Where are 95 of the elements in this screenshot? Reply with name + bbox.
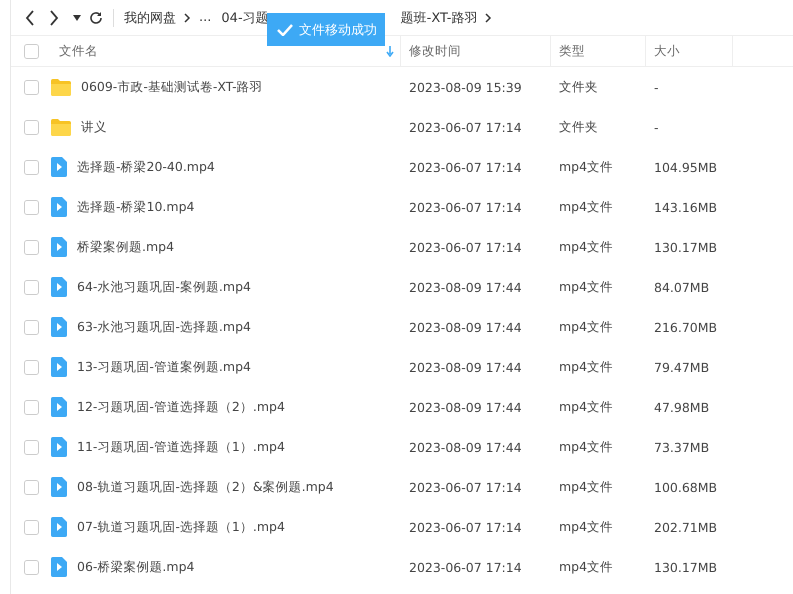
video-file-icon — [51, 477, 67, 497]
column-header[interactable]: 大小 — [646, 36, 733, 66]
file-size: 202.71MB — [653, 520, 718, 534]
modified-date: 2023-08-09 15:39 — [408, 80, 523, 94]
file-type: mp4文件 — [558, 238, 614, 256]
file-size: 216.70MB — [653, 320, 718, 334]
file-name[interactable]: 0609-市政-基础测试卷-XT-路羽 — [81, 78, 263, 96]
file-type: 文件夹 — [558, 118, 599, 136]
file-name[interactable]: 63-水池习题巩固-选择题.mp4 — [77, 318, 251, 336]
file-name[interactable]: 桥梁案例题.mp4 — [77, 238, 174, 256]
video-file-icon — [51, 357, 67, 377]
row-checkbox[interactable] — [24, 520, 39, 534]
row-checkbox[interactable] — [24, 440, 39, 454]
modified-date: 2023-06-07 17:14 — [408, 240, 523, 254]
file-type: mp4文件 — [558, 438, 614, 456]
file-type: 文件夹 — [558, 78, 599, 96]
file-size: - — [653, 120, 660, 134]
file-size: 130.17MB — [653, 560, 718, 574]
file-name[interactable]: 64-水池习题巩固-案例题.mp4 — [77, 278, 251, 296]
file-size: 104.95MB — [653, 160, 718, 174]
file-type: mp4文件 — [558, 398, 614, 416]
video-file-icon — [51, 557, 67, 577]
row-checkbox[interactable] — [24, 560, 39, 574]
modified-date: 2023-06-07 17:14 — [408, 560, 523, 574]
column-header[interactable]: 类型 — [551, 36, 646, 66]
modified-date: 2023-06-07 17:14 — [408, 200, 523, 214]
forward-button[interactable] — [49, 10, 59, 26]
refresh-button[interactable] — [89, 10, 103, 24]
modified-date: 2023-08-09 17:44 — [408, 400, 523, 414]
file-name[interactable]: 11-习题巩固-管道选择题（1）.mp4 — [77, 438, 285, 456]
video-file-icon — [51, 157, 67, 177]
modified-date: 2023-06-07 17:14 — [408, 480, 523, 494]
row-checkbox[interactable] — [24, 240, 39, 254]
file-type: mp4文件 — [558, 358, 614, 376]
select-all-checkbox[interactable] — [24, 44, 39, 58]
row-checkbox[interactable] — [24, 360, 39, 374]
file-type: mp4文件 — [558, 198, 614, 216]
row-checkbox[interactable] — [24, 80, 39, 94]
video-file-icon — [51, 237, 67, 257]
modified-date: 2023-08-09 17:44 — [408, 440, 523, 454]
file-name[interactable]: 06-桥梁案例题.mp4 — [77, 558, 194, 576]
file-name[interactable]: 讲义 — [81, 118, 107, 136]
folder-icon — [51, 78, 71, 96]
history-dropdown-button[interactable] — [73, 14, 81, 20]
column-header[interactable]: 修改时间 — [401, 36, 551, 66]
file-size: 47.98MB — [653, 400, 710, 414]
breadcrumb-link[interactable]: 我的网盘 — [124, 8, 176, 26]
file-size: 73.37MB — [653, 440, 710, 454]
file-name[interactable]: 12-习题巩固-管道选择题（2）.mp4 — [77, 398, 285, 416]
file-size: - — [653, 80, 660, 94]
folder-icon — [51, 118, 71, 136]
row-checkbox[interactable] — [24, 120, 39, 134]
chevron-icon — [485, 12, 492, 22]
file-type: mp4文件 — [558, 478, 614, 496]
video-file-icon — [51, 197, 67, 217]
breadcrumb-link[interactable]: ... — [199, 10, 212, 25]
row-checkbox[interactable] — [24, 320, 39, 334]
file-name[interactable]: 07-轨道习题巩固-选择题（1）.mp4 — [77, 518, 285, 536]
file-size: 100.68MB — [653, 480, 718, 494]
row-checkbox[interactable] — [24, 160, 39, 174]
modified-date: 2023-08-09 17:44 — [408, 320, 523, 334]
breadcrumb-link[interactable]: 04-习题 — [221, 8, 269, 26]
file-type: mp4文件 — [558, 318, 614, 336]
file-type: mp4文件 — [558, 518, 614, 536]
row-checkbox[interactable] — [24, 200, 39, 214]
modified-date: 2023-08-09 17:44 — [408, 280, 523, 294]
row-checkbox[interactable] — [24, 480, 39, 494]
modified-date: 2023-06-07 17:14 — [408, 520, 523, 534]
video-file-icon — [51, 397, 67, 417]
toast-message: 文件移动成功 — [299, 22, 377, 38]
file-size: 79.47MB — [653, 360, 710, 374]
file-size: 143.16MB — [653, 200, 718, 214]
chevron-icon — [184, 12, 191, 22]
check-icon — [277, 24, 293, 36]
modified-date: 2023-06-07 17:14 — [408, 120, 523, 134]
file-name[interactable]: 选择题-桥梁10.mp4 — [77, 198, 194, 216]
file-type: mp4文件 — [558, 558, 614, 576]
file-name[interactable]: 08-轨道习题巩固-选择题（2）&案例题.mp4 — [77, 478, 334, 496]
breadcrumb-link[interactable]: 题班-XT-路羽 — [400, 8, 478, 26]
row-checkbox[interactable] — [24, 280, 39, 294]
file-type: mp4文件 — [558, 158, 614, 176]
back-button[interactable] — [25, 10, 35, 26]
file-size: 130.17MB — [653, 240, 718, 254]
modified-date: 2023-08-09 17:44 — [408, 360, 523, 374]
video-file-icon — [51, 437, 67, 457]
video-file-icon — [51, 317, 67, 337]
video-file-icon — [51, 277, 67, 297]
file-size: 84.07MB — [653, 280, 710, 294]
file-name[interactable]: 13-习题巩固-管道案例题.mp4 — [77, 358, 251, 376]
video-file-icon — [51, 517, 67, 537]
modified-date: 2023-06-07 17:14 — [408, 160, 523, 174]
file-name[interactable]: 选择题-桥梁20-40.mp4 — [77, 158, 215, 176]
column-header[interactable]: 文件名 — [51, 36, 401, 66]
file-type: mp4文件 — [558, 278, 614, 296]
row-checkbox[interactable] — [24, 400, 39, 414]
